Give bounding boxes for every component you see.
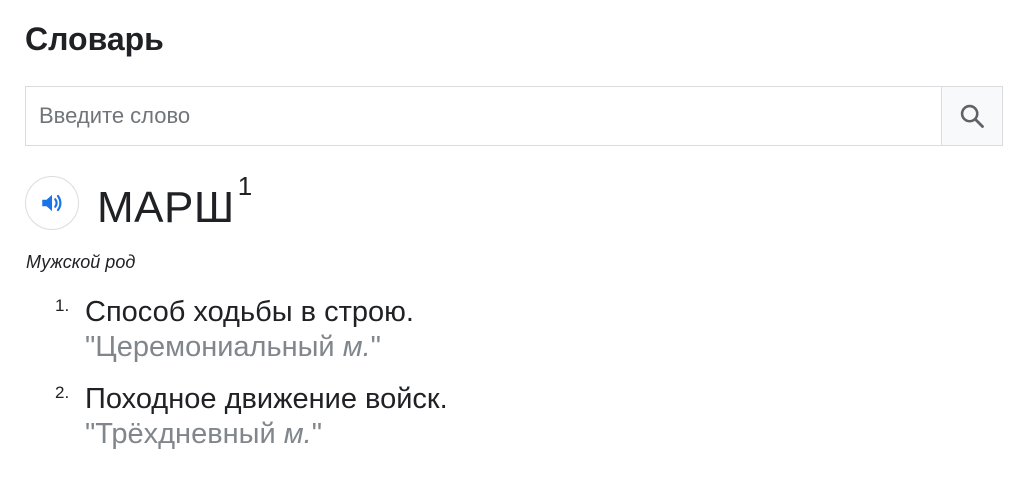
search-input[interactable] xyxy=(26,87,941,145)
senses-list: 1. Способ ходьбы в строю. "Церемониальны… xyxy=(52,294,448,468)
example-text: "Трёхдневный xyxy=(85,418,284,450)
example-quote-close: " xyxy=(370,331,381,363)
sense-example: "Трёхдневный м." xyxy=(85,417,448,451)
example-abbreviation: м. xyxy=(283,418,312,450)
sense-item: 2. Походное движение войск. "Трёхдневный… xyxy=(52,381,448,451)
search-box xyxy=(25,86,1003,146)
dictionary-page: Словарь МАРШ 1 Мужской род 1. Способ ход… xyxy=(0,0,1022,488)
example-abbreviation: м. xyxy=(342,331,371,363)
sense-number: 2. xyxy=(55,383,70,402)
search-icon xyxy=(960,104,984,128)
headword-row: МАРШ 1 xyxy=(25,172,252,234)
sense-number: 1. xyxy=(55,296,70,315)
sense-body: Походное движение войск. "Трёхдневный м.… xyxy=(85,381,448,451)
sense-body: Способ ходьбы в строю. "Церемониальный м… xyxy=(85,294,414,364)
part-of-speech: Мужской род xyxy=(26,252,136,272)
headword: МАРШ xyxy=(97,183,235,232)
sense-definition: Способ ходьбы в строю. xyxy=(85,296,414,328)
example-quote-close: " xyxy=(311,418,322,450)
speaker-icon xyxy=(42,194,62,212)
sense-example: "Церемониальный м." xyxy=(85,330,414,364)
sense-item: 1. Способ ходьбы в строю. "Церемониальны… xyxy=(52,294,448,364)
sense-definition: Походное движение войск. xyxy=(85,383,448,415)
search-button[interactable] xyxy=(941,87,1002,145)
example-text: "Церемониальный xyxy=(85,331,343,363)
page-title: Словарь xyxy=(25,21,164,57)
homograph-number: 1 xyxy=(237,171,253,201)
pronunciation-button[interactable] xyxy=(25,176,79,230)
